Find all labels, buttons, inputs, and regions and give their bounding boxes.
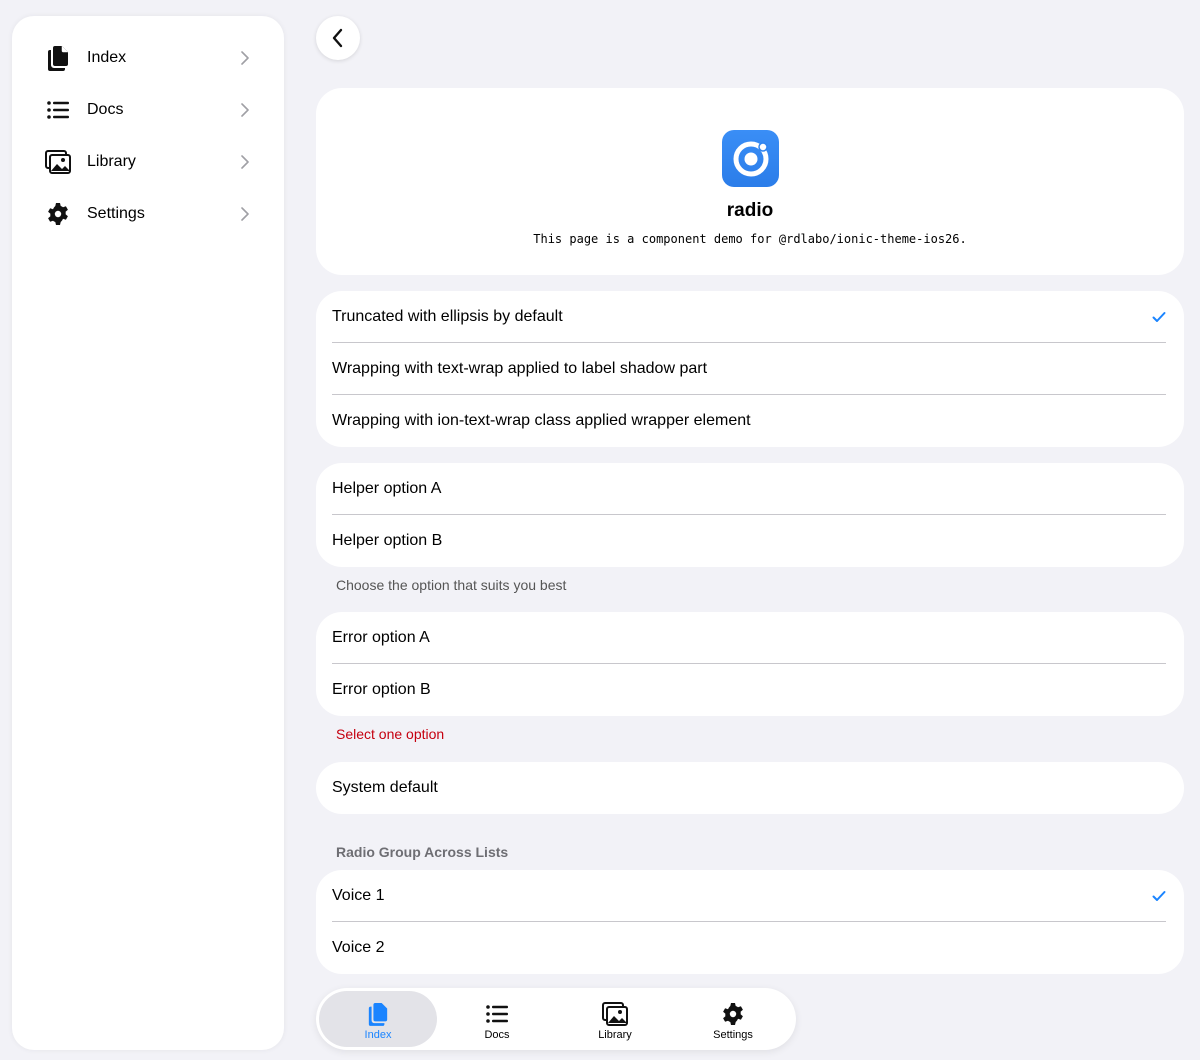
radio-option[interactable]: Truncated with ellipsis by default [332,291,1166,343]
radio-option[interactable]: Voice 2 [332,922,1166,974]
radio-option[interactable]: System default [332,762,1166,814]
tab-index[interactable]: Index [319,991,437,1047]
tab-label: Docs [484,1029,510,1041]
gear-icon [44,200,72,228]
radio-option[interactable]: Wrapping with text-wrap applied to label… [332,343,1166,395]
radio-label: Truncated with ellipsis by default [332,307,563,325]
images-icon [602,1001,628,1027]
helper-text: Choose the option that suits you best [336,577,567,593]
tab-label: Settings [713,1029,753,1041]
menu-item-label: Docs [87,101,124,118]
hero-card: radio This page is a component demo for … [316,88,1184,275]
radio-option[interactable]: Error option B [332,664,1166,716]
radio-list-helper: Helper option A Helper option B [316,463,1184,567]
chevron-forward-icon [241,51,249,65]
tab-bar: Index Docs Library Settings [316,988,796,1050]
radio-option[interactable]: Error option A [332,612,1166,664]
radio-option[interactable]: Helper option A [332,463,1166,515]
radio-list-system: System default [316,762,1184,814]
error-text: Select one option [336,726,445,742]
chevron-forward-icon [241,207,249,221]
chevron-forward-icon [241,155,249,169]
tab-label: Index [364,1029,392,1041]
radio-label: Wrapping with ion-text-wrap class applie… [332,412,751,429]
radio-list-wrapping: Truncated with ellipsis by default Wrapp… [316,291,1184,447]
menu-item-docs[interactable]: Docs [12,84,284,136]
checkmark-icon [1152,891,1166,901]
menu-item-library[interactable]: Library [12,136,284,188]
tab-library[interactable]: Library [556,991,674,1047]
radio-option[interactable]: Wrapping with ion-text-wrap class applie… [332,395,1166,447]
menu-item-index[interactable]: Index [12,32,284,84]
chevron-back-icon [332,28,343,48]
list-icon [44,96,72,124]
chevron-forward-icon [241,103,249,117]
tab-label: Library [598,1029,632,1041]
radio-label: Wrapping with text-wrap applied to label… [332,359,708,377]
radio-label: Helper option B [332,532,443,549]
page-subtitle: This page is a component demo for @rdlab… [533,232,967,246]
ionic-logo-icon [722,130,779,187]
tab-settings[interactable]: Settings [674,991,792,1047]
radio-list-across: Voice 1 Voice 2 [316,870,1184,974]
radio-label: Helper option A [332,479,442,497]
side-menu: Index Docs Library Settings [12,16,284,1050]
documents-icon [44,44,72,72]
menu-item-label: Settings [87,205,145,222]
radio-label: Error option B [332,681,431,698]
radio-label: Voice 2 [332,939,385,956]
menu-item-settings[interactable]: Settings [12,188,284,240]
page-title: radio [726,200,774,221]
menu-item-label: Index [87,49,127,66]
images-icon [44,148,72,176]
radio-label: System default [332,779,438,796]
section-header: Radio Group Across Lists [336,844,509,860]
back-button[interactable] [316,16,360,60]
radio-option[interactable]: Voice 1 [332,870,1166,922]
menu-item-label: Library [87,153,136,170]
checkmark-icon [1152,312,1166,322]
radio-label: Error option A [332,628,430,646]
tab-docs[interactable]: Docs [438,991,556,1047]
list-icon [484,1001,510,1027]
gear-icon [720,1001,746,1027]
radio-option[interactable]: Helper option B [332,515,1166,567]
radio-list-error: Error option A Error option B [316,612,1184,716]
radio-label: Voice 1 [332,886,385,904]
documents-icon [365,1001,391,1027]
